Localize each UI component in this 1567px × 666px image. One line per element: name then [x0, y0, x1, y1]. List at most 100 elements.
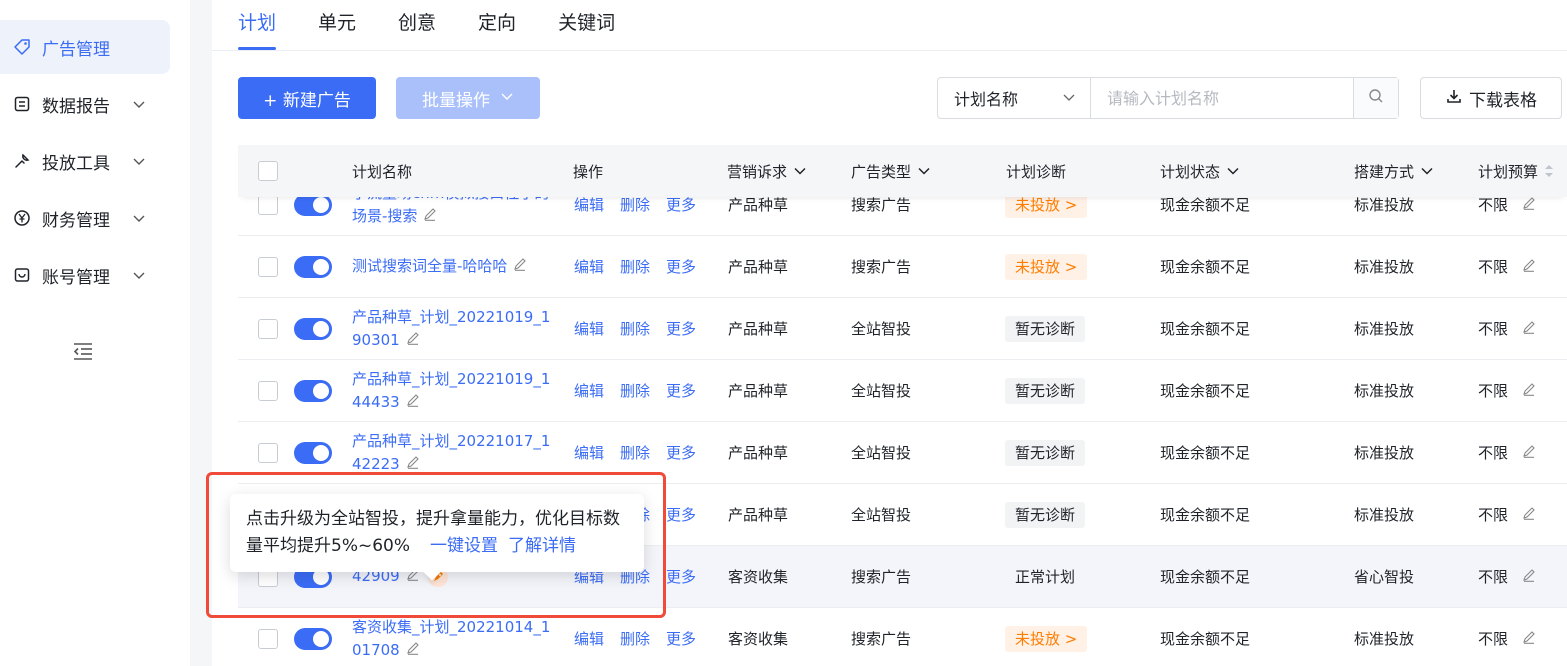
more-link[interactable]: 更多 [666, 504, 696, 525]
delete-link[interactable]: 删除 [620, 256, 650, 277]
plan-toggle[interactable] [294, 379, 332, 402]
plan-toggle[interactable] [294, 441, 332, 464]
edit-link[interactable]: 编辑 [574, 256, 604, 277]
row-checkbox[interactable] [258, 442, 278, 463]
goal-cell: 产品种草 [728, 382, 789, 400]
diagnosis-badge: 暂无诊断 [1005, 377, 1086, 404]
chevron-down-icon [1420, 164, 1434, 178]
delete-link[interactable]: 删除 [620, 442, 650, 463]
header-build[interactable]: 搭建方式 [1354, 145, 1434, 197]
new-ad-button[interactable]: + 新建广告 [238, 77, 376, 119]
edit-icon[interactable] [1522, 444, 1536, 462]
edit-icon[interactable] [406, 639, 420, 662]
edit-icon[interactable] [406, 329, 420, 352]
collapse-sidebar-icon[interactable] [72, 340, 94, 362]
more-link[interactable]: 更多 [666, 628, 696, 649]
table-row: 客资收集_计划_20221014_1 01708 编辑 删除 更多 客资收集 搜索广告 未投放… [238, 608, 1567, 666]
edit-icon[interactable] [406, 391, 420, 414]
edit-icon[interactable] [406, 453, 420, 476]
diagnosis-cell: 暂无诊断 [1005, 360, 1086, 421]
plan-name-link[interactable]: 客资收集_计划_20221014_1 01708 [352, 616, 552, 662]
plan-toggle[interactable] [294, 317, 332, 340]
plan-name-line1: 客资收集_计划_20221014_1 [352, 617, 551, 636]
delete-link[interactable]: 删除 [620, 194, 650, 215]
edit-icon[interactable] [423, 205, 437, 228]
table-row: 产品种草_计划_20221019_1 90301 编辑 删除 更多 产品种草 全站智投 暂无诊… [238, 298, 1567, 360]
header-status[interactable]: 计划状态 [1160, 145, 1240, 197]
one-click-setup-link[interactable]: 一键设置 [430, 536, 498, 556]
search-input[interactable] [1091, 78, 1353, 118]
edit-icon[interactable] [1522, 630, 1536, 648]
edit-link[interactable]: 编辑 [574, 380, 604, 401]
more-link[interactable]: 更多 [666, 318, 696, 339]
table-row: 产品种草_计划_20221019_1 44433 编辑 删除 更多 产品种草 全站智投 暂无诊… [238, 360, 1567, 422]
status-cell: 现金余额不足 [1160, 568, 1251, 586]
more-link[interactable]: 更多 [666, 256, 696, 277]
more-link[interactable]: 更多 [666, 442, 696, 463]
learn-more-link[interactable]: 了解详情 [508, 536, 576, 556]
plan-name-link[interactable]: 产品种草_计划_20221017_1 42223 [352, 430, 552, 476]
sidebar-item-data-report[interactable]: 数据报告 [0, 77, 170, 131]
diagnosis-badge[interactable]: 未投放 > [1005, 253, 1088, 280]
edit-link[interactable]: 编辑 [574, 194, 604, 215]
plan-name-cell: 客资收集_计划_20221014_1 01708 [352, 608, 552, 666]
diagnosis-badge[interactable]: 未投放 > [1005, 625, 1088, 652]
header-ad-type[interactable]: 广告类型 [851, 145, 931, 197]
plan-name-link[interactable]: 产品种草_计划_20221019_1 44433 [352, 368, 552, 414]
row-select-cell [258, 298, 278, 359]
edit-icon[interactable] [1522, 258, 1536, 276]
budget-value: 不限 [1478, 196, 1509, 214]
edit-icon[interactable] [513, 255, 527, 278]
more-link[interactable]: 更多 [666, 566, 696, 587]
header-budget[interactable]: 计划预算 [1478, 145, 1554, 197]
edit-icon[interactable] [1522, 320, 1536, 338]
row-checkbox[interactable] [258, 256, 278, 277]
search-button[interactable] [1353, 78, 1398, 118]
sidebar-item-ad-management[interactable]: 广告管理 [0, 20, 170, 74]
row-toggle-cell [294, 360, 332, 421]
batch-operation-button[interactable]: 批量操作 [396, 77, 540, 119]
divider [212, 50, 1567, 51]
header-label: 营销诉求 [727, 162, 788, 181]
delete-link[interactable]: 删除 [620, 380, 650, 401]
edit-link[interactable]: 编辑 [574, 442, 604, 463]
tab-unit[interactable]: 单元 [318, 0, 356, 50]
delete-link[interactable]: 删除 [620, 628, 650, 649]
build-cell: 标准投放 [1354, 444, 1415, 462]
tab-keywords[interactable]: 关键词 [558, 0, 615, 50]
edit-link[interactable]: 编辑 [574, 628, 604, 649]
sidebar-item-finance[interactable]: 财务管理 [0, 191, 170, 245]
search-field-select[interactable]: 计划名称 [938, 78, 1091, 118]
plan-name-link[interactable]: 产品种草_计划_20221019_1 90301 [352, 306, 552, 352]
table-row: 测试搜索词全量-哈哈哈 编辑 删除 更多 产品种草 搜索广告 未投放 > 现金余额不足 标准投放… [238, 236, 1567, 298]
row-checkbox[interactable] [258, 318, 278, 339]
edit-icon[interactable] [1522, 196, 1536, 214]
tab-plan[interactable]: 计划 [238, 0, 277, 50]
delete-link[interactable]: 删除 [620, 318, 650, 339]
header-goal[interactable]: 营销诉求 [727, 145, 807, 197]
sidebar-item-account[interactable]: 账号管理 [0, 248, 170, 302]
row-checkbox[interactable] [258, 628, 278, 649]
sidebar-item-label: 财务管理 [42, 210, 110, 231]
edit-icon[interactable] [1522, 382, 1536, 400]
sidebar: 广告管理 数据报告 投放工具 财务管理 账号管理 [0, 0, 190, 666]
tab-creative[interactable]: 创意 [398, 0, 436, 50]
budget-value: 不限 [1478, 568, 1509, 586]
plan-name-link[interactable]: 测试搜索词全量-哈哈哈 [352, 255, 552, 278]
row-checkbox[interactable] [258, 194, 278, 215]
more-link[interactable]: 更多 [666, 194, 696, 215]
tab-targeting[interactable]: 定向 [478, 0, 516, 50]
build-cell: 标准投放 [1354, 506, 1415, 524]
edit-icon[interactable] [1522, 506, 1536, 524]
row-checkbox[interactable] [258, 380, 278, 401]
chevron-down-icon [132, 154, 146, 168]
download-table-button[interactable]: 下载表格 [1420, 77, 1562, 119]
select-all-checkbox[interactable] [258, 161, 278, 181]
plan-toggle[interactable] [294, 627, 332, 650]
sidebar-item-tools[interactable]: 投放工具 [0, 134, 170, 188]
more-link[interactable]: 更多 [666, 380, 696, 401]
edit-link[interactable]: 编辑 [574, 318, 604, 339]
budget-cell: 不限 [1478, 546, 1536, 607]
edit-icon[interactable] [1522, 568, 1536, 586]
plan-toggle[interactable] [294, 255, 332, 278]
